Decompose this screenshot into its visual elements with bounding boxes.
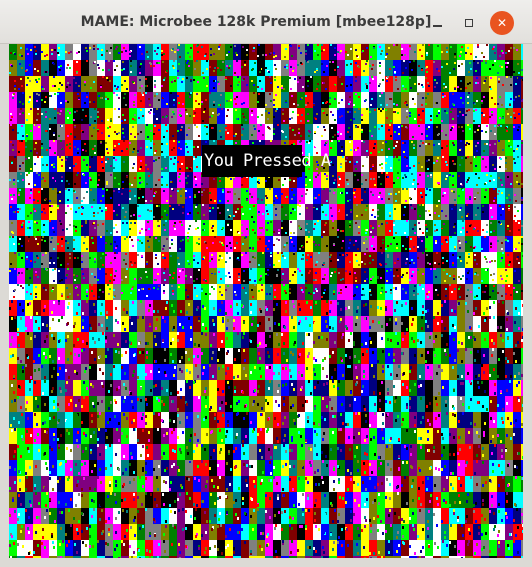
title-bar[interactable]: MAME: Microbee 128k Premium [mbee128p] ✕: [0, 0, 532, 44]
close-icon: ✕: [496, 16, 508, 30]
maximize-button[interactable]: [458, 12, 480, 34]
screen-garbage-pattern: [9, 44, 523, 558]
maximize-icon: [465, 19, 473, 27]
minimize-icon: [432, 25, 442, 27]
window-bottom-border: [0, 558, 532, 567]
close-button[interactable]: ✕: [490, 11, 514, 35]
emulator-screen[interactable]: You Pressed A: [9, 44, 523, 558]
window-title: MAME: Microbee 128k Premium [mbee128p]: [80, 14, 432, 30]
pressed-key-message: You Pressed A: [202, 145, 331, 177]
mame-window: MAME: Microbee 128k Premium [mbee128p] ✕…: [0, 0, 532, 567]
minimize-button[interactable]: [426, 12, 448, 34]
